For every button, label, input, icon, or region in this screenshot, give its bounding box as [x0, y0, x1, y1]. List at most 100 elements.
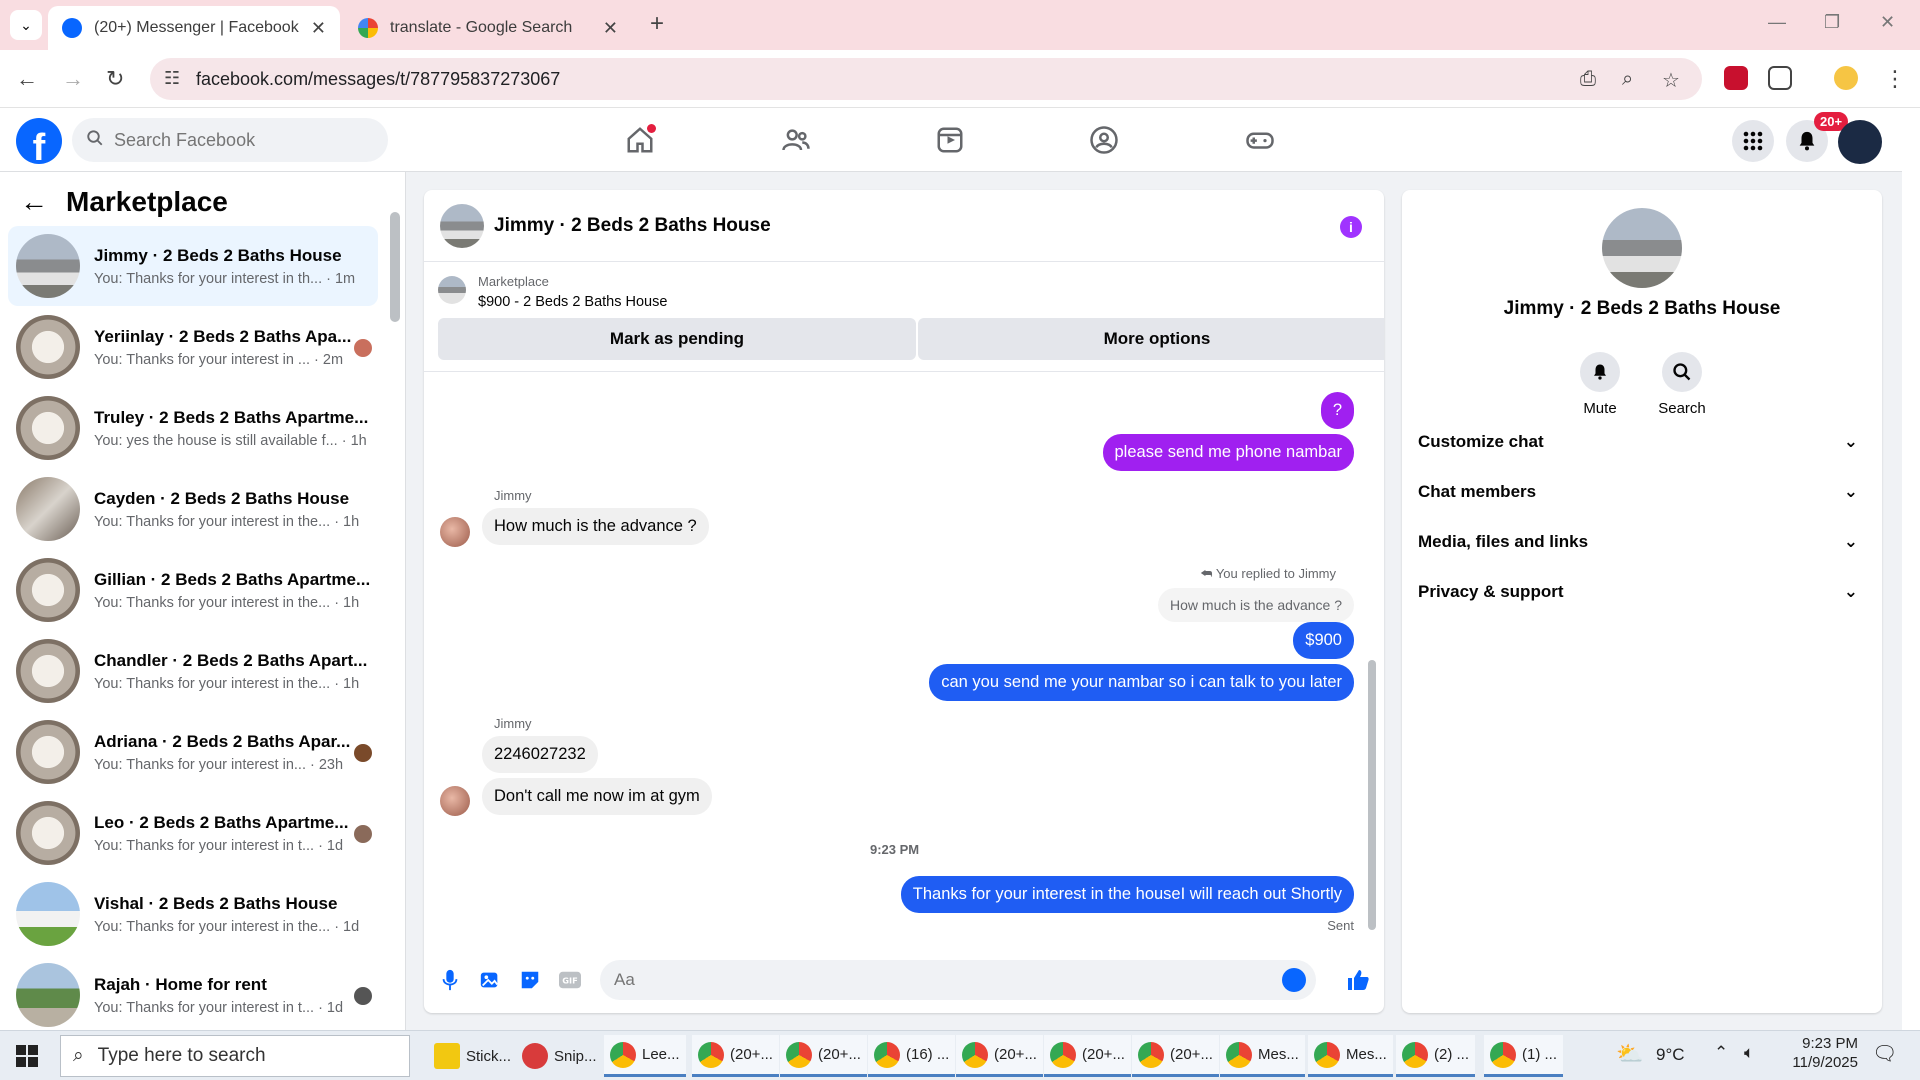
- conversation-item[interactable]: Rajah · Home for rent You: Thanks for you…: [8, 955, 378, 1035]
- listing-thumbnail: [16, 801, 80, 865]
- taskbar-app-chrome[interactable]: (20+...: [780, 1035, 867, 1077]
- bookmark-star-icon[interactable]: ☆: [1662, 68, 1680, 93]
- media-files-links-section[interactable]: Media, files and links ⌄: [1418, 520, 1866, 564]
- conversation-preview: You: Thanks for your interest in t... · …: [94, 999, 344, 1016]
- sender-avatar[interactable]: [440, 786, 470, 816]
- like-thumbs-up-icon[interactable]: [1346, 968, 1370, 992]
- taskbar-app-chrome[interactable]: (20+...: [1044, 1035, 1131, 1077]
- conversation-item[interactable]: Chandler · 2 Beds 2 Baths Apart... You: T…: [8, 631, 378, 711]
- incoming-message: 2246027232: [482, 736, 598, 773]
- weather-icon[interactable]: ⛅: [1616, 1041, 1643, 1067]
- taskbar-app-chrome[interactable]: (2) ...: [1396, 1035, 1476, 1077]
- conversation-item[interactable]: Truley · 2 Beds 2 Baths Apartme... You: y…: [8, 388, 378, 468]
- facebook-logo-icon[interactable]: f: [16, 118, 62, 164]
- info-icon[interactable]: i: [1340, 216, 1362, 238]
- taskbar-app-chrome[interactable]: (16) ...: [868, 1035, 956, 1077]
- tab-search-button[interactable]: ⌄: [10, 10, 42, 40]
- search-in-chat-button[interactable]: Search: [1642, 352, 1722, 417]
- browser-menu-icon[interactable]: ⋮: [1884, 66, 1906, 92]
- taskbar-app-chrome[interactable]: (20+...: [692, 1035, 779, 1077]
- windows-start-icon[interactable]: [16, 1045, 38, 1067]
- conversation-item[interactable]: Gillian · 2 Beds 2 Baths Apartme... You: …: [8, 550, 378, 630]
- video-reels-icon[interactable]: [932, 122, 968, 158]
- customize-chat-section[interactable]: Customize chat ⌄: [1418, 420, 1866, 464]
- chat-title[interactable]: Jimmy · 2 Beds 2 Baths House: [494, 215, 771, 237]
- microphone-icon[interactable]: [438, 968, 462, 992]
- message-timestamp: 9:23 PM: [870, 842, 920, 857]
- zoom-icon[interactable]: ⌕: [1622, 68, 1633, 91]
- outgoing-message: $900: [1293, 622, 1354, 659]
- tab-messenger[interactable]: (20+) Messenger | Facebook ✕: [48, 6, 340, 50]
- listing-price-title[interactable]: $900 - 2 Beds 2 Baths House: [478, 294, 667, 310]
- forward-icon[interactable]: →: [62, 66, 84, 92]
- new-tab-button[interactable]: +: [650, 10, 664, 38]
- page-scrollbar[interactable]: [1902, 108, 1920, 1030]
- facebook-search-input[interactable]: [114, 129, 354, 151]
- address-bar[interactable]: ☷ facebook.com/messages/t/78779583727306…: [150, 58, 1702, 100]
- home-icon[interactable]: [622, 122, 658, 158]
- extensions-puzzle-icon[interactable]: [1768, 66, 1792, 90]
- conversation-item[interactable]: Jimmy · 2 Beds 2 Baths House You: Thanks …: [8, 226, 378, 306]
- groups-icon[interactable]: [1086, 122, 1122, 158]
- emoji-icon[interactable]: [1282, 968, 1306, 992]
- taskbar-app-chrome[interactable]: (1) ...: [1484, 1035, 1564, 1077]
- conversation-item[interactable]: Adriana · 2 Beds 2 Baths Apar... You: Tha…: [8, 712, 378, 792]
- back-arrow-icon[interactable]: ←: [20, 186, 48, 218]
- account-avatar[interactable]: [1838, 120, 1882, 164]
- conversation-item[interactable]: Yeriinlay · 2 Beds 2 Baths Apa... You: Th…: [8, 307, 378, 387]
- mark-as-pending-button[interactable]: Mark as pending: [438, 318, 916, 360]
- site-info-icon[interactable]: ☷: [164, 68, 180, 89]
- gaming-icon[interactable]: [1242, 122, 1278, 158]
- taskbar-app-label: Snip...: [554, 1047, 597, 1065]
- chat-scrollbar[interactable]: [1368, 660, 1376, 930]
- ublock-extension-icon[interactable]: [1724, 66, 1748, 90]
- privacy-support-section[interactable]: Privacy & support ⌄: [1418, 570, 1866, 614]
- friends-icon[interactable]: [778, 122, 814, 158]
- sidebar-scrollbar[interactable]: [390, 212, 400, 322]
- taskbar-app-chrome[interactable]: Mes...: [1220, 1035, 1305, 1077]
- gif-icon[interactable]: GIF: [558, 968, 582, 992]
- chat-members-section[interactable]: Chat members ⌄: [1418, 470, 1866, 514]
- more-options-button[interactable]: More options: [918, 318, 1384, 360]
- details-listing-avatar[interactable]: [1602, 208, 1682, 288]
- back-icon[interactable]: ←: [16, 66, 38, 92]
- taskbar-app-snipping-tool[interactable]: Snip...: [516, 1035, 603, 1077]
- taskbar-app-chrome[interactable]: Lee...: [604, 1035, 686, 1077]
- listing-thumbnail: [16, 315, 80, 379]
- volume-icon[interactable]: 🔈︎: [1744, 1043, 1754, 1063]
- sticker-icon[interactable]: [518, 968, 542, 992]
- conversation-item[interactable]: Cayden · 2 Beds 2 Baths House You: Thanks…: [8, 469, 378, 549]
- taskbar-app-chrome[interactable]: Mes...: [1308, 1035, 1393, 1077]
- minimize-icon[interactable]: —: [1768, 12, 1786, 33]
- conversation-item[interactable]: Vishal · 2 Beds 2 Baths House You: Thanks…: [8, 874, 378, 954]
- taskbar-app-sticky-notes[interactable]: Stick...: [428, 1035, 517, 1077]
- tab-google-search[interactable]: translate - Google Search ✕: [344, 6, 632, 50]
- tray-chevron-up-icon[interactable]: ⌃: [1714, 1043, 1728, 1063]
- participant-mini-avatar: [354, 339, 372, 357]
- photo-icon[interactable]: [478, 968, 502, 992]
- sender-avatar[interactable]: [440, 517, 470, 547]
- quoted-message[interactable]: How much is the advance ?: [1158, 588, 1354, 622]
- close-tab-icon[interactable]: ✕: [311, 18, 326, 39]
- conversation-item[interactable]: Leo · 2 Beds 2 Baths Apartme... You: Than…: [8, 793, 378, 873]
- install-app-icon[interactable]: ⎙: [1580, 68, 1596, 91]
- google-favicon-icon: [358, 18, 378, 38]
- reload-icon[interactable]: ↻: [106, 66, 124, 92]
- reply-arrow-icon: ⮪: [1200, 566, 1216, 581]
- menu-grid-button[interactable]: [1732, 120, 1774, 162]
- clock[interactable]: 9:23 PM 11/9/2025: [1786, 1035, 1858, 1071]
- message-input[interactable]: [600, 960, 1316, 1000]
- chat-listing-avatar[interactable]: [440, 203, 484, 248]
- mute-button[interactable]: Mute: [1560, 352, 1640, 417]
- weather-temp[interactable]: 9°C: [1656, 1045, 1685, 1065]
- notification-center-icon[interactable]: 🗨︎: [1872, 1041, 1897, 1066]
- restore-icon[interactable]: ❐: [1824, 12, 1840, 33]
- taskbar-search-box[interactable]: ⌕ Type here to search: [60, 1035, 410, 1077]
- facebook-search-box[interactable]: [72, 118, 388, 162]
- taskbar-app-chrome[interactable]: (20+...: [1132, 1035, 1219, 1077]
- profile-avatar-icon[interactable]: [1834, 66, 1858, 90]
- taskbar-app-chrome[interactable]: (20+...: [956, 1035, 1043, 1077]
- incoming-message: How much is the advance ?: [482, 508, 709, 545]
- close-window-icon[interactable]: ✕: [1880, 12, 1895, 33]
- close-tab-icon[interactable]: ✕: [603, 18, 618, 39]
